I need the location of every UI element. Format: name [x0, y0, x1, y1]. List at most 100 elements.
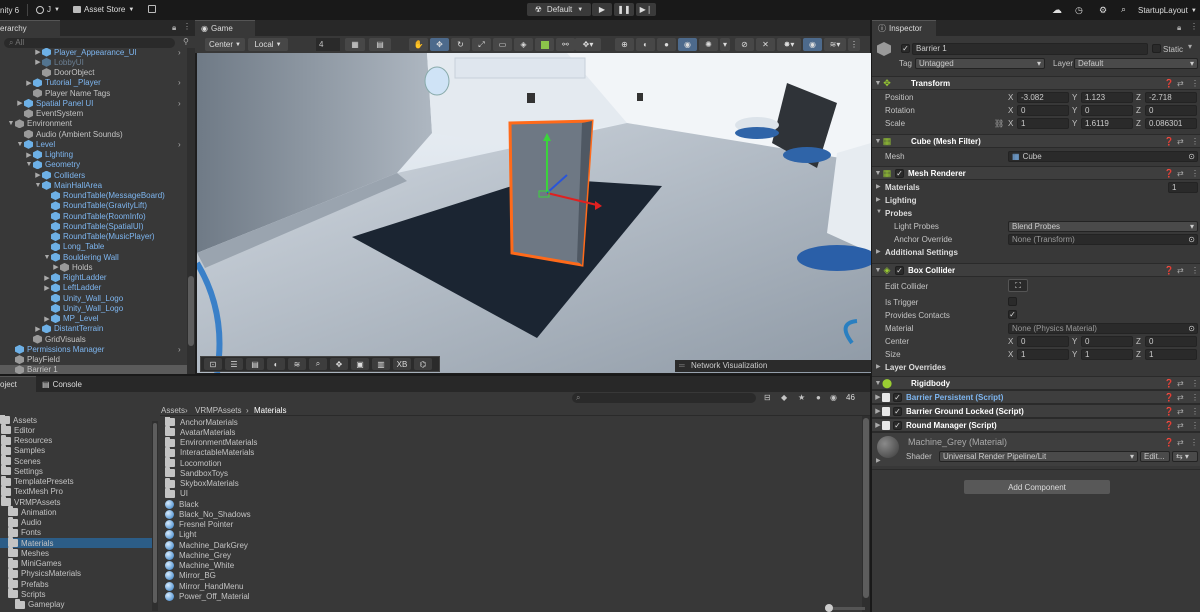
filter-type-icon[interactable]: ⊟	[764, 393, 771, 402]
hierarchy-item[interactable]: Long_Table	[0, 242, 187, 252]
transform-component[interactable]: ▼ ✥ Transform ❓ ⇄ ⋮	[872, 76, 1200, 90]
hierarchy-item[interactable]: RoundTable(MusicPlayer)	[0, 232, 187, 242]
help-icon[interactable]: ❓	[1164, 137, 1174, 146]
hierarchy-item[interactable]: ▶ Lighting	[0, 150, 187, 160]
hierarchy-item[interactable]: Barrier 1	[0, 364, 187, 374]
hierarchy-item[interactable]: ▶ LobbyUI	[0, 57, 187, 67]
hierarchy-item[interactable]: PlayField	[0, 355, 187, 365]
expand-down-icon[interactable]: ▼	[874, 80, 882, 87]
folder-tree-item[interactable]: Animation	[0, 506, 152, 517]
shading-lit-icon[interactable]: ◉	[678, 38, 697, 51]
expand-right-icon[interactable]: ▶	[874, 407, 882, 415]
static-checkbox[interactable]	[1152, 44, 1161, 53]
overlay-search-icon[interactable]: ⌕	[309, 358, 327, 370]
folder-tree-item[interactable]: Meshes	[0, 547, 152, 558]
materials-foldout[interactable]: Materials	[885, 183, 920, 192]
light-probes-dropdown[interactable]: Blend Probes ▾	[1008, 221, 1198, 232]
help-icon[interactable]: ❓	[1164, 421, 1174, 430]
hand-tool-icon[interactable]: ✋	[409, 38, 428, 51]
folder-tree-item[interactable]: Materials	[0, 537, 152, 549]
script-component[interactable]: ▶ ✓ Barrier Persistent (Script) ❓ ⇄ ⋮	[872, 390, 1200, 404]
preset-icon[interactable]: ⇄	[1177, 266, 1184, 275]
folder-tree-item[interactable]: Gameplay	[0, 598, 152, 610]
folder-tree-item[interactable]: TextMesh Pro	[0, 485, 152, 497]
hierarchy-item[interactable]: ▼ Level ›	[0, 139, 187, 149]
expand-right-icon[interactable]: ▶	[34, 325, 42, 333]
expand-down-icon[interactable]: ▼	[16, 141, 24, 148]
platform-dropdown[interactable]: ☢ Default ▼	[527, 3, 591, 16]
pivot-dropdown[interactable]: Center ▼	[205, 38, 245, 51]
scrollbar-thumb[interactable]	[153, 423, 157, 603]
folder-tree-item[interactable]: Settings	[0, 465, 152, 476]
preset-icon[interactable]: ⇄	[1177, 421, 1184, 430]
expand-down-icon[interactable]: ▼	[874, 380, 882, 387]
hierarchy-item[interactable]: EventSystem	[0, 109, 187, 119]
provides-contacts-checkbox[interactable]: ✓	[1008, 310, 1017, 319]
hierarchy-item[interactable]: GridVisuals	[0, 334, 187, 344]
eye-icon[interactable]: ◉	[803, 38, 822, 51]
overlay-xb-button[interactable]: XB	[393, 358, 411, 370]
lighting-foldout[interactable]: Lighting	[885, 196, 917, 205]
chevron-down-icon[interactable]: ▾	[1188, 42, 1192, 51]
step-button[interactable]: ▶❘	[636, 3, 656, 16]
expand-right-icon[interactable]: ▶	[876, 183, 881, 190]
tree-scrollbar[interactable]	[152, 421, 158, 611]
overlay-list-icon[interactable]: ☰	[225, 358, 243, 370]
preset-icon[interactable]: ⇄	[1177, 438, 1184, 447]
hierarchy-item[interactable]: DoorObject	[0, 68, 187, 78]
layer-overrides-foldout[interactable]: Layer Overrides	[885, 363, 946, 372]
hierarchy-item[interactable]: Unity_Wall_Logo	[0, 303, 187, 313]
overlay-grid-icon[interactable]: ⊡	[204, 358, 222, 370]
preset-icon[interactable]: ⇄	[1177, 169, 1184, 178]
help-icon[interactable]: ❓	[1164, 379, 1174, 388]
component-enabled-checkbox[interactable]: ✓	[893, 420, 902, 430]
scale-field-x[interactable]: 1	[1017, 118, 1069, 129]
anchor-override-field[interactable]: None (Transform) ⊙	[1008, 234, 1198, 245]
center-field-z[interactable]: 0	[1145, 336, 1197, 347]
script-component[interactable]: ▶ ✓ Round Manager (Script) ❓ ⇄ ⋮	[872, 418, 1200, 432]
preset-icon[interactable]: ⇄	[1177, 379, 1184, 388]
breadcrumb-assets[interactable]: Assets	[161, 406, 185, 415]
tab-inspector[interactable]: ⓘ Inspector	[872, 20, 936, 36]
expand-down-icon[interactable]: ▼	[43, 254, 51, 261]
folder-tree-item[interactable]: Resources	[0, 434, 152, 446]
hierarchy-item[interactable]: ▶ RightLadder	[0, 273, 187, 283]
folder-item[interactable]: Locomotion	[165, 457, 860, 468]
hierarchy-item[interactable]: RoundTable(RoomInfo)	[0, 211, 187, 221]
target-icon[interactable]: ⊙	[1188, 152, 1195, 161]
overlay-camera-icon[interactable]: ▣	[351, 358, 369, 370]
material-asset-item[interactable]: Machine_DarkGrey	[165, 540, 860, 550]
lighting-icon[interactable]: ✺	[699, 38, 718, 51]
hierarchy-item[interactable]: RoundTable(MessageBoard)	[0, 191, 187, 201]
info-icon[interactable]: ●	[816, 393, 821, 402]
folder-tree-item[interactable]: VRMPAssets	[0, 496, 152, 507]
component-enabled-checkbox[interactable]: ✓	[893, 406, 902, 416]
hierarchy-item[interactable]: ▼ Geometry	[0, 160, 187, 170]
rotation-field-y[interactable]: 0	[1081, 105, 1133, 116]
is-trigger-checkbox[interactable]	[1008, 297, 1017, 306]
expand-right-icon[interactable]: ▶	[34, 171, 42, 179]
expand-right-icon[interactable]: ▶	[52, 263, 60, 271]
hierarchy-item[interactable]: ▶ DistantTerrain	[0, 324, 187, 334]
settings-icon[interactable]: ⚙	[1099, 5, 1107, 16]
preset-icon[interactable]: ⇄	[1177, 137, 1184, 146]
expand-right-icon[interactable]: ▶	[874, 393, 882, 401]
component-enabled-checkbox[interactable]: ✓	[895, 265, 904, 275]
overlay-move-icon[interactable]: ✥	[330, 358, 348, 370]
scale-tool-icon[interactable]: ⤢	[472, 38, 491, 51]
more-icon[interactable]: ⋮	[1190, 438, 1198, 447]
layers-icon[interactable]: ≋▾	[824, 38, 846, 51]
size-field-x[interactable]: 1	[1017, 349, 1069, 360]
folder-item[interactable]: AvatarMaterials	[165, 426, 860, 437]
help-icon[interactable]: ❓	[1164, 438, 1174, 447]
mesh-filter-component[interactable]: ▼ ▦ Cube (Mesh Filter) ❓ ⇄ ⋮	[872, 134, 1200, 148]
layer-dropdown[interactable]: Default ▾	[1074, 58, 1198, 69]
size-field-z[interactable]: 1	[1145, 349, 1197, 360]
folder-tree-item[interactable]: Assets	[0, 415, 152, 425]
play-button[interactable]: ▶	[592, 3, 612, 16]
expand-right-icon[interactable]: ▶	[25, 79, 33, 87]
component-enabled-checkbox[interactable]: ✓	[895, 168, 904, 178]
hierarchy-item[interactable]: ▼ Bouldering Wall	[0, 252, 187, 262]
expand-right-icon[interactable]: ▶	[43, 274, 51, 282]
object-name-field[interactable]: Barrier 1	[912, 43, 1148, 55]
